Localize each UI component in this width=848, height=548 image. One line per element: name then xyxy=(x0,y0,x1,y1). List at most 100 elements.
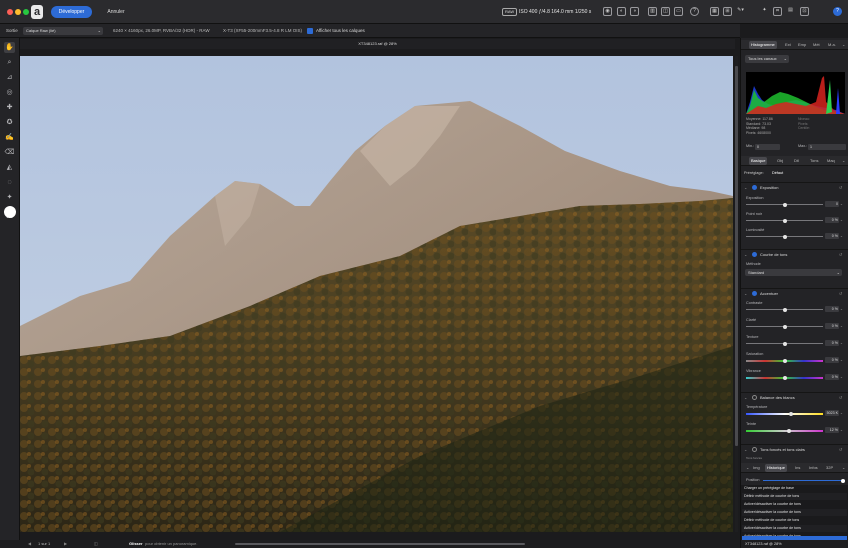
history-item[interactable]: Activer/désactiver la courbe de tons xyxy=(742,525,847,532)
enhance-enable-checkbox[interactable] xyxy=(752,291,757,296)
adj-menu-icon[interactable]: ⌄ xyxy=(840,157,847,165)
reset-icon[interactable]: ↺ xyxy=(839,250,842,259)
reset-icon[interactable]: ↺ xyxy=(839,445,842,454)
enhance-row-value-field[interactable]: 0 % xyxy=(825,340,839,346)
blemish-tool-icon[interactable]: ✚ xyxy=(4,102,15,113)
history-item[interactable]: Charger un préréglage de base xyxy=(742,485,847,492)
white-balance-tool-icon[interactable]: ⊿ xyxy=(4,72,15,83)
photo-canvas[interactable] xyxy=(20,56,733,532)
tab-details[interactable]: Dtl xyxy=(792,157,801,165)
red-eye-tool-icon[interactable]: ◎ xyxy=(4,87,15,98)
history-position-slider[interactable] xyxy=(763,478,845,483)
preset-value[interactable]: Défaut xyxy=(772,171,783,176)
tab-img[interactable]: Img xyxy=(751,464,762,472)
exposure-row-slider-knob[interactable] xyxy=(782,218,787,223)
tab-infos[interactable]: Infos xyxy=(807,464,820,472)
enhance-row-value-field[interactable]: 0 % xyxy=(825,374,839,380)
overlay-erase-tool-icon[interactable]: ⌫ xyxy=(4,147,15,158)
view-icon[interactable]: ◫ xyxy=(94,540,98,548)
grid-icon[interactable]: ▦ xyxy=(710,7,719,16)
tab-basic[interactable]: Basique xyxy=(749,157,768,165)
tab-met[interactable]: Mét xyxy=(811,41,822,49)
cancel-button[interactable]: Annuler xyxy=(100,6,132,18)
chevron-down-icon[interactable]: ⌄ xyxy=(840,217,845,223)
history-menu-icon[interactable]: ⌄ xyxy=(840,464,847,472)
chevron-down-icon[interactable]: ⌄ xyxy=(840,427,845,433)
clipping-shadows-icon[interactable]: ◐ xyxy=(617,7,626,16)
enhance-row-slider-knob[interactable] xyxy=(782,341,787,346)
white-balance-enable-checkbox[interactable] xyxy=(752,395,757,400)
chevron-down-icon[interactable]: ⌄ xyxy=(840,233,845,239)
color-swatch[interactable] xyxy=(4,206,16,218)
enhance-row-slider[interactable] xyxy=(746,307,823,312)
exposure-section-header[interactable]: ⌄ Exposition ↺ xyxy=(741,182,848,191)
tab-tones[interactable]: Tons xyxy=(808,157,820,165)
collapse-chevron-icon[interactable]: ⌄ xyxy=(744,289,747,298)
vertical-scrollbar-thumb[interactable] xyxy=(735,66,738,446)
fill-tool-icon[interactable]: ✦ xyxy=(4,192,15,203)
chevron-down-icon[interactable]: ⌄ xyxy=(840,201,845,207)
exposure-row-value-field[interactable]: 0 % xyxy=(825,233,839,239)
hand-tool-icon[interactable]: ✋ xyxy=(4,42,15,53)
horizontal-scrollbar[interactable] xyxy=(235,543,525,545)
reset-icon[interactable]: ↺ xyxy=(839,289,842,298)
history-position-knob[interactable] xyxy=(841,478,845,483)
enhance-row-slider-knob[interactable] xyxy=(782,324,787,329)
exposure-row-value-field[interactable]: 0 xyxy=(825,201,839,207)
crop-icon[interactable]: ⌗ xyxy=(773,7,782,16)
history-item[interactable]: Définir méthode de courbe de tons xyxy=(742,493,847,500)
enhance-row-slider[interactable] xyxy=(746,341,823,346)
prev-page-icon[interactable]: ◀ xyxy=(28,540,31,548)
enhance-row-slider-knob[interactable] xyxy=(782,307,787,312)
chevron-down-icon[interactable]: ⌄ xyxy=(840,340,845,346)
white-balance-row-value-field[interactable]: 5023 K xyxy=(825,410,839,416)
enhance-row-value-field[interactable]: 0 % xyxy=(825,323,839,329)
history-item[interactable]: Définir méthode de courbe de tons xyxy=(742,517,847,524)
tab-history[interactable]: Historique xyxy=(765,464,788,472)
chevron-down-icon[interactable]: ⌄ xyxy=(840,357,845,363)
tab-32p[interactable]: 32P xyxy=(824,464,835,472)
method-select[interactable]: Standard ⌄ xyxy=(745,269,842,276)
chevron-down-icon[interactable]: ⌄ xyxy=(840,323,845,329)
shadows-highlights-enable-checkbox[interactable] xyxy=(752,447,757,452)
collapse-chevron-icon[interactable]: ⌄ xyxy=(744,445,747,454)
help-circle-icon[interactable]: ? xyxy=(833,7,842,16)
exposure-row-slider-knob[interactable] xyxy=(782,202,787,207)
minimize-window-button[interactable] xyxy=(15,9,21,15)
white-balance-row-value-field[interactable]: 12 % xyxy=(825,427,839,433)
zoom-window-button[interactable] xyxy=(23,9,29,15)
develop-button[interactable]: Développer xyxy=(51,6,92,18)
eye-icon[interactable]: ◉ xyxy=(603,7,612,16)
single-view-icon[interactable]: ▭ xyxy=(674,7,683,16)
vertical-scrollbar-track[interactable] xyxy=(735,56,738,532)
exposure-row-slider[interactable] xyxy=(746,234,823,239)
zoom-tool-icon[interactable]: ⌕ xyxy=(4,57,15,68)
min-input[interactable]: 0 xyxy=(755,144,780,150)
gradient-tool-icon[interactable]: ◭ xyxy=(4,162,15,173)
white-balance-row-slider[interactable] xyxy=(746,428,823,433)
enhance-row-value-field[interactable]: 0 % xyxy=(825,306,839,312)
exposure-enable-checkbox[interactable] xyxy=(752,185,757,190)
enhance-row-slider[interactable] xyxy=(746,375,823,380)
tab-histogram[interactable]: Histogramme xyxy=(749,41,777,49)
guides-icon[interactable]: ⊡ xyxy=(800,7,809,16)
enhance-row-slider[interactable] xyxy=(746,324,823,329)
history-item[interactable]: Activer/désactiver la courbe de tons xyxy=(742,509,847,516)
enhance-row-slider-knob[interactable] xyxy=(782,375,787,380)
clone-tool-icon[interactable]: ✪ xyxy=(4,117,15,128)
reset-icon[interactable]: ↺ xyxy=(839,393,842,402)
close-window-button[interactable] xyxy=(7,9,13,15)
collapse-chevron-icon[interactable]: ⌄ xyxy=(744,393,747,402)
chevron-down-icon[interactable]: ⌄ xyxy=(840,374,845,380)
radial-gradient-tool-icon[interactable]: ◌ xyxy=(4,177,15,188)
next-page-icon[interactable]: ▶ xyxy=(64,540,67,548)
exposure-row-slider-knob[interactable] xyxy=(782,234,787,239)
tone-curve-enable-checkbox[interactable] xyxy=(752,252,757,257)
chevron-down-icon[interactable]: ⌄ xyxy=(840,410,845,416)
help-icon[interactable]: ? xyxy=(690,7,699,16)
tab-ma[interactable]: M.a. xyxy=(826,41,838,49)
tab-overlays[interactable]: Maq xyxy=(825,157,837,165)
exposure-row-slider[interactable] xyxy=(746,202,823,207)
clipping-highlights-icon[interactable]: ◑ xyxy=(630,7,639,16)
tab-ext[interactable]: Ext xyxy=(783,41,793,49)
